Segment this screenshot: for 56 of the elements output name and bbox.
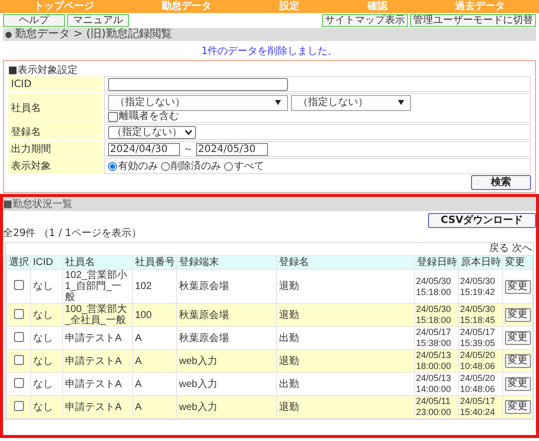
- edit-button[interactable]: 変更: [504, 308, 530, 322]
- range-separator: ～: [183, 142, 193, 156]
- radio-option[interactable]: 有効のみ: [108, 158, 158, 174]
- checkbox[interactable]: [14, 354, 24, 364]
- date-field[interactable]: 2024/04/30: [108, 142, 180, 156]
- chevron-icon: [185, 130, 192, 134]
- table-cell: 24/05/17 15:40:24: [458, 396, 502, 418]
- field-label: 表示対象: [8, 158, 103, 174]
- checkbox-label: 離職者を含む: [119, 112, 179, 122]
- column-header: 登録端末: [176, 256, 276, 270]
- field-label: 社員名: [8, 93, 103, 123]
- table-cell: 退勤: [276, 396, 414, 418]
- edit-button[interactable]: 変更: [504, 400, 530, 414]
- checkbox[interactable]: [14, 332, 24, 342]
- radio-option[interactable]: すべて: [224, 158, 264, 174]
- table-cell: 24/05/11 23:00:00: [414, 396, 458, 418]
- table-cell: web入力: [176, 396, 276, 418]
- table-cell: A: [132, 396, 176, 418]
- help-button[interactable]: ヘルプ: [3, 14, 65, 27]
- breadcrumb-text: 勤怠データ > (旧)勤怠記録閲覧: [14, 26, 172, 42]
- field-label: 登録名: [8, 124, 103, 140]
- table-cell: 申請テストA: [62, 396, 132, 418]
- checkbox[interactable]: [108, 112, 118, 122]
- edit-button[interactable]: 変更: [504, 354, 530, 368]
- dropdown[interactable]: （指定しない）: [108, 94, 288, 110]
- search-button[interactable]: 検索: [471, 175, 531, 190]
- icid-field[interactable]: [108, 78, 288, 90]
- section-title: ■表示対象設定: [8, 64, 78, 75]
- csv-download-button[interactable]: CSVダウンロード: [428, 213, 536, 228]
- table-cell: なし: [30, 396, 62, 418]
- status-message: 1件のデータを削除しました。: [201, 44, 338, 58]
- edit-button[interactable]: 変更: [504, 377, 530, 391]
- date-field[interactable]: 2024/05/30: [196, 142, 268, 156]
- checkbox[interactable]: [14, 400, 24, 410]
- caret-icon: [275, 100, 281, 105]
- checkbox[interactable]: [14, 378, 24, 388]
- header-button[interactable]: 管理ユーザーモードに切替: [410, 14, 536, 27]
- prev-link[interactable]: 戻る: [489, 243, 509, 255]
- column-header: 登録名: [276, 256, 414, 270]
- radio-option[interactable]: 削除済のみ: [161, 158, 221, 174]
- field-label: 出力期間: [8, 141, 103, 157]
- checkbox[interactable]: [14, 308, 24, 318]
- dropdown[interactable]: （指定しない）: [108, 126, 196, 138]
- column-header: 選択: [6, 256, 30, 270]
- next-link[interactable]: 次へ: [512, 243, 532, 255]
- help-button[interactable]: マニュアル: [67, 14, 129, 27]
- caret-icon: [398, 100, 404, 105]
- record-count: 全29件 （1 / 1ページを表示）: [3, 228, 142, 239]
- header-button[interactable]: サイトマップ表示: [322, 14, 408, 27]
- edit-button[interactable]: 変更: [504, 331, 530, 345]
- dropdown[interactable]: （指定しない）: [291, 94, 411, 110]
- bullet-icon: ●: [5, 28, 12, 40]
- field-label: ICID: [8, 76, 103, 92]
- edit-button[interactable]: 変更: [504, 280, 530, 294]
- checkbox[interactable]: [14, 280, 24, 290]
- section-title-bar: ■勤怠状況一覧: [3, 197, 536, 211]
